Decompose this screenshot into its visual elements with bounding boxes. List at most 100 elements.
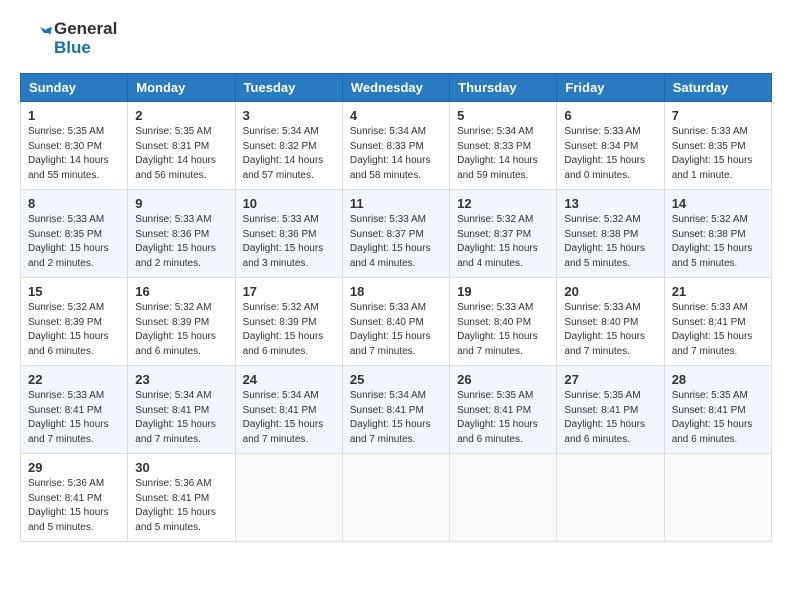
calendar-cell: 7Sunrise: 5:33 AMSunset: 8:35 PMDaylight… (664, 102, 771, 190)
day-info: Sunrise: 5:33 AMSunset: 8:41 PMDaylight:… (28, 389, 120, 447)
day-number: 18 (350, 284, 442, 299)
day-number: 22 (28, 372, 120, 387)
calendar-cell: 6 Sunrise: 5:33 AMSunset: 8:34 PMDaylight… (557, 102, 664, 190)
day-number: 16 (135, 284, 227, 299)
weekday-header-row: SundayMondayTuesdayWednesdayThursdayFrid… (21, 74, 772, 102)
calendar-cell (664, 454, 771, 542)
day-number: 28 (672, 372, 764, 387)
day-number: 13 (564, 196, 656, 211)
logo-blue: Blue (54, 39, 117, 58)
day-number: 19 (457, 284, 549, 299)
day-number: 27 (564, 372, 656, 387)
day-info: Sunrise: 5:34 AMSunset: 8:33 PMDaylight:… (350, 125, 442, 183)
calendar-week-5: 29 Sunrise: 5:36 AMSunset: 8:41 PMDayligh… (21, 454, 772, 542)
day-info: Sunrise: 5:34 AMSunset: 8:41 PMDaylight:… (243, 389, 335, 447)
day-info: Sunrise: 5:33 AMSunset: 8:37 PMDaylight:… (350, 213, 442, 271)
logo-text: General Blue (54, 20, 117, 57)
calendar-cell: 28Sunrise: 5:35 AMSunset: 8:41 PMDayligh… (664, 366, 771, 454)
calendar-cell: 18 Sunrise: 5:33 AMSunset: 8:40 PMDayligh… (342, 278, 449, 366)
calendar-cell: 17 Sunrise: 5:32 AMSunset: 8:39 PMDayligh… (235, 278, 342, 366)
day-info: Sunrise: 5:35 AMSunset: 8:30 PMDaylight:… (28, 125, 120, 183)
day-info: Sunrise: 5:36 AMSunset: 8:41 PMDaylight:… (135, 477, 227, 535)
calendar-cell (342, 454, 449, 542)
calendar-cell: 9Sunrise: 5:33 AMSunset: 8:36 PMDaylight… (128, 190, 235, 278)
page-header: General Blue (20, 20, 772, 57)
day-info: Sunrise: 5:33 AMSunset: 8:40 PMDaylight:… (350, 301, 442, 359)
day-number: 2 (135, 108, 227, 123)
day-info: Sunrise: 5:35 AMSunset: 8:31 PMDaylight:… (135, 125, 227, 183)
calendar-week-4: 22 Sunrise: 5:33 AMSunset: 8:41 PMDayligh… (21, 366, 772, 454)
calendar-cell (450, 454, 557, 542)
calendar-cell: 22 Sunrise: 5:33 AMSunset: 8:41 PMDayligh… (21, 366, 128, 454)
day-info: Sunrise: 5:36 AMSunset: 8:41 PMDaylight:… (28, 477, 120, 535)
day-number: 21 (672, 284, 764, 299)
weekday-monday: Monday (128, 74, 235, 102)
calendar-cell: 5 Sunrise: 5:34 AMSunset: 8:33 PMDaylight… (450, 102, 557, 190)
day-info: Sunrise: 5:32 AMSunset: 8:39 PMDaylight:… (28, 301, 120, 359)
day-info: Sunrise: 5:34 AMSunset: 8:41 PMDaylight:… (350, 389, 442, 447)
day-info: Sunrise: 5:33 AMSunset: 8:35 PMDaylight:… (28, 213, 120, 271)
calendar-week-3: 15 Sunrise: 5:32 AMSunset: 8:39 PMDayligh… (21, 278, 772, 366)
day-info: Sunrise: 5:32 AMSunset: 8:39 PMDaylight:… (243, 301, 335, 359)
day-info: Sunrise: 5:34 AMSunset: 8:32 PMDaylight:… (243, 125, 335, 183)
calendar-cell: 24 Sunrise: 5:34 AMSunset: 8:41 PMDayligh… (235, 366, 342, 454)
calendar-body: 1 Sunrise: 5:35 AMSunset: 8:30 PMDaylight… (21, 102, 772, 542)
calendar-cell: 14 Sunrise: 5:32 AMSunset: 8:38 PMDayligh… (664, 190, 771, 278)
day-info: Sunrise: 5:33 AMSunset: 8:35 PMDaylight:… (672, 125, 764, 183)
day-info: Sunrise: 5:33 AMSunset: 8:41 PMDaylight:… (672, 301, 764, 359)
calendar-cell: 19 Sunrise: 5:33 AMSunset: 8:40 PMDayligh… (450, 278, 557, 366)
calendar-week-2: 8Sunrise: 5:33 AMSunset: 8:35 PMDaylight… (21, 190, 772, 278)
calendar-cell: 4 Sunrise: 5:34 AMSunset: 8:33 PMDaylight… (342, 102, 449, 190)
day-number: 29 (28, 460, 120, 475)
calendar-cell: 20 Sunrise: 5:33 AMSunset: 8:40 PMDayligh… (557, 278, 664, 366)
logo-bird-icon (20, 23, 52, 55)
calendar-cell: 10 Sunrise: 5:33 AMSunset: 8:36 PMDayligh… (235, 190, 342, 278)
day-info: Sunrise: 5:33 AMSunset: 8:40 PMDaylight:… (564, 301, 656, 359)
day-number: 30 (135, 460, 227, 475)
day-number: 12 (457, 196, 549, 211)
weekday-saturday: Saturday (664, 74, 771, 102)
day-number: 26 (457, 372, 549, 387)
day-number: 6 (564, 108, 656, 123)
weekday-friday: Friday (557, 74, 664, 102)
day-number: 20 (564, 284, 656, 299)
calendar-cell: 2 Sunrise: 5:35 AMSunset: 8:31 PMDaylight… (128, 102, 235, 190)
calendar-cell: 11Sunrise: 5:33 AMSunset: 8:37 PMDayligh… (342, 190, 449, 278)
calendar-cell: 25 Sunrise: 5:34 AMSunset: 8:41 PMDayligh… (342, 366, 449, 454)
calendar-cell: 13 Sunrise: 5:32 AMSunset: 8:38 PMDayligh… (557, 190, 664, 278)
calendar-week-1: 1 Sunrise: 5:35 AMSunset: 8:30 PMDaylight… (21, 102, 772, 190)
day-info: Sunrise: 5:32 AMSunset: 8:38 PMDaylight:… (564, 213, 656, 271)
logo-general: General (54, 20, 117, 39)
day-info: Sunrise: 5:34 AMSunset: 8:33 PMDaylight:… (457, 125, 549, 183)
day-number: 17 (243, 284, 335, 299)
weekday-tuesday: Tuesday (235, 74, 342, 102)
day-number: 23 (135, 372, 227, 387)
day-number: 24 (243, 372, 335, 387)
calendar-cell (235, 454, 342, 542)
calendar-cell: 1 Sunrise: 5:35 AMSunset: 8:30 PMDaylight… (21, 102, 128, 190)
logo: General Blue (20, 20, 117, 57)
day-number: 1 (28, 108, 120, 123)
day-info: Sunrise: 5:33 AMSunset: 8:36 PMDaylight:… (243, 213, 335, 271)
day-number: 10 (243, 196, 335, 211)
day-number: 14 (672, 196, 764, 211)
day-number: 15 (28, 284, 120, 299)
calendar-cell: 29 Sunrise: 5:36 AMSunset: 8:41 PMDayligh… (21, 454, 128, 542)
day-info: Sunrise: 5:33 AMSunset: 8:34 PMDaylight:… (564, 125, 656, 183)
day-info: Sunrise: 5:32 AMSunset: 8:38 PMDaylight:… (672, 213, 764, 271)
day-info: Sunrise: 5:33 AMSunset: 8:40 PMDaylight:… (457, 301, 549, 359)
weekday-thursday: Thursday (450, 74, 557, 102)
calendar-cell: 21 Sunrise: 5:33 AMSunset: 8:41 PMDayligh… (664, 278, 771, 366)
calendar-cell: 23 Sunrise: 5:34 AMSunset: 8:41 PMDayligh… (128, 366, 235, 454)
day-number: 25 (350, 372, 442, 387)
calendar-cell: 3Sunrise: 5:34 AMSunset: 8:32 PMDaylight… (235, 102, 342, 190)
calendar-cell: 16Sunrise: 5:32 AMSunset: 8:39 PMDayligh… (128, 278, 235, 366)
day-info: Sunrise: 5:35 AMSunset: 8:41 PMDaylight:… (564, 389, 656, 447)
day-number: 4 (350, 108, 442, 123)
calendar-cell: 26Sunrise: 5:35 AMSunset: 8:41 PMDayligh… (450, 366, 557, 454)
calendar-cell (557, 454, 664, 542)
calendar-cell: 30 Sunrise: 5:36 AMSunset: 8:41 PMDayligh… (128, 454, 235, 542)
day-info: Sunrise: 5:34 AMSunset: 8:41 PMDaylight:… (135, 389, 227, 447)
day-info: Sunrise: 5:32 AMSunset: 8:37 PMDaylight:… (457, 213, 549, 271)
day-number: 5 (457, 108, 549, 123)
